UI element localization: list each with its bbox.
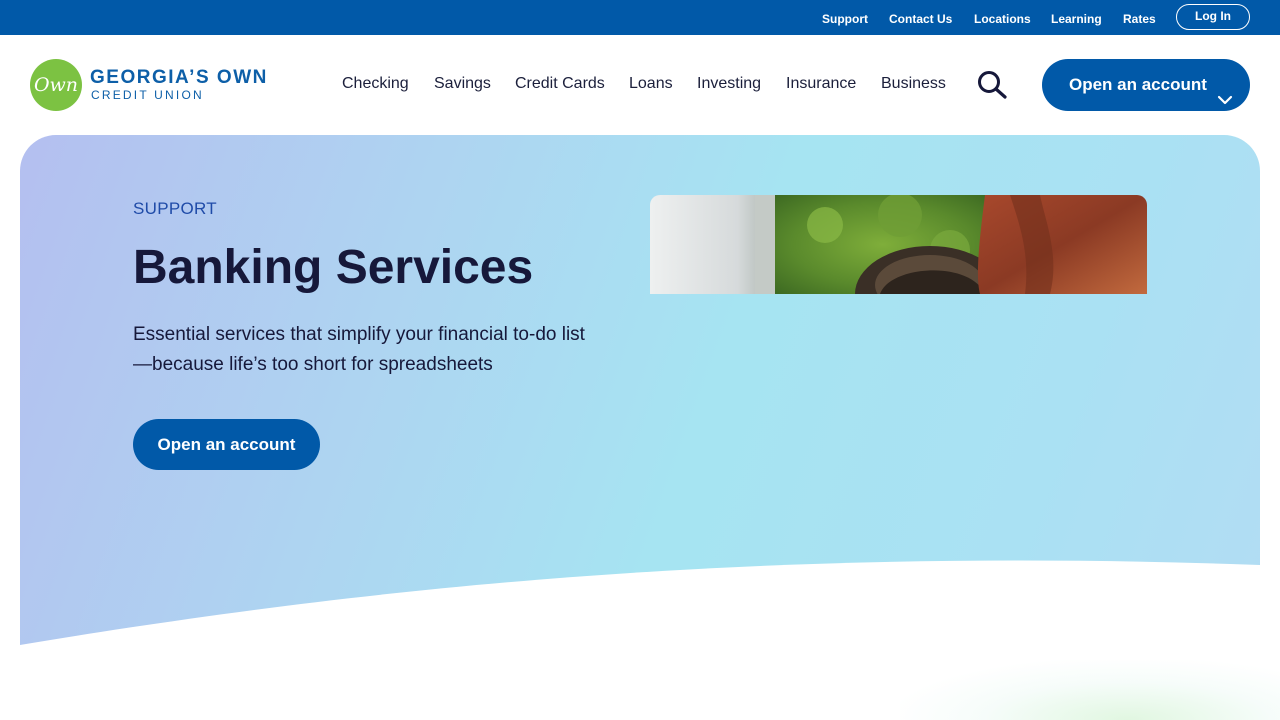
hero-description: Essential services that simplify your fi… — [133, 324, 585, 375]
nav-item-credit-cards[interactable]: Credit Cards — [515, 75, 605, 93]
utility-bar: Support Contact Us Locations Learning Ra… — [0, 0, 1280, 35]
hero-eyebrow: SUPPORT — [133, 199, 217, 218]
utility-link-contact-us[interactable]: Contact Us — [889, 12, 952, 26]
nav-item-business[interactable]: Business — [881, 75, 946, 93]
logo-mark: Own — [30, 59, 82, 111]
decorative-glow — [900, 660, 1280, 720]
nav-item-insurance[interactable]: Insurance — [786, 75, 856, 93]
utility-link-learning[interactable]: Learning — [1051, 12, 1102, 26]
chevron-down-icon — [1217, 77, 1233, 105]
nav-item-investing[interactable]: Investing — [697, 75, 761, 93]
logo-subtitle: CREDIT UNION — [91, 88, 204, 102]
search-icon[interactable] — [976, 70, 1008, 100]
logo-title: GEORGIA’S OWN — [90, 67, 268, 88]
open-account-hero-button[interactable]: Open an account — [133, 419, 320, 470]
nav-item-loans[interactable]: Loans — [629, 75, 673, 93]
utility-link-support[interactable]: Support — [822, 12, 868, 26]
utility-link-locations[interactable]: Locations — [974, 12, 1031, 26]
hero-photo — [650, 195, 1147, 294]
nav-item-checking[interactable]: Checking — [342, 75, 409, 93]
page-title: Banking Services — [133, 241, 534, 294]
open-account-header-button[interactable]: Open an account — [1042, 59, 1250, 111]
login-button[interactable]: Log In — [1176, 4, 1250, 30]
logo[interactable]: Own GEORGIA’S OWN CREDIT UNION — [30, 59, 280, 111]
utility-link-rates[interactable]: Rates — [1123, 12, 1156, 26]
nav-item-savings[interactable]: Savings — [434, 75, 491, 93]
open-account-header-label: Open an account — [1069, 75, 1207, 94]
